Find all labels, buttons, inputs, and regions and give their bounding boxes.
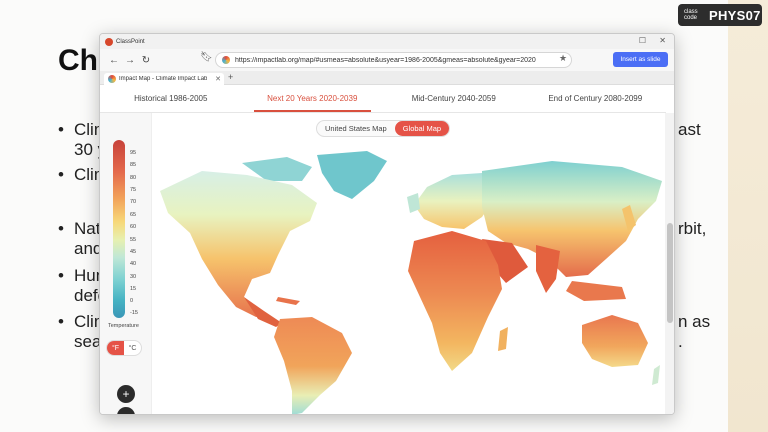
classpoint-logo-icon — [105, 37, 113, 46]
legend-tick: 40 — [130, 261, 137, 267]
north-america — [160, 171, 317, 317]
tab-favicon-icon — [108, 75, 116, 83]
reload-icon[interactable]: ↻ — [138, 55, 154, 66]
australia — [582, 315, 648, 367]
greenland — [317, 151, 387, 199]
period-tabs: Historical 1986-2005 Next 20 Years 2020-… — [100, 85, 666, 113]
us-map-button[interactable]: United States Map — [317, 121, 395, 136]
unit-toggle: °F °C — [106, 340, 142, 356]
map-type-toggle: United States Map Global Map — [316, 120, 451, 137]
legend-tick: 95 — [130, 150, 137, 156]
insert-as-slide-button[interactable]: Insert as slide — [613, 52, 668, 67]
close-icon[interactable]: ✕ — [659, 36, 666, 45]
legend-tick: 85 — [130, 162, 137, 168]
scrollbar-thumb[interactable] — [667, 223, 673, 323]
legend-tick: 75 — [130, 187, 137, 193]
tab-end-of-century[interactable]: End of Century 2080-2099 — [525, 85, 667, 112]
star-icon[interactable]: ★ — [559, 53, 567, 64]
slide-fragment: ast — [678, 120, 701, 139]
legend-panel — [100, 113, 152, 414]
new-tab-button[interactable]: + — [228, 72, 233, 82]
legend-tick: 30 — [130, 274, 137, 280]
tab-historical[interactable]: Historical 1986-2005 — [100, 85, 242, 112]
forward-icon[interactable]: → — [122, 55, 138, 66]
back-icon[interactable]: ← — [106, 55, 122, 66]
legend-title: Temperature — [108, 323, 139, 329]
celsius-button[interactable]: °C — [124, 341, 141, 355]
legend-color-bar — [113, 140, 125, 318]
slide-bullet-cont: sea — [74, 332, 102, 351]
tab-title: Impact Map - Climate Impact Lab — [119, 76, 208, 82]
legend-tick: 45 — [130, 249, 137, 255]
browser-tab[interactable]: Impact Map - Climate Impact Lab ✕ — [104, 73, 224, 85]
fahrenheit-button[interactable]: °F — [107, 341, 124, 355]
class-code-value: PHYS07 — [709, 7, 761, 23]
tab-next-20-years[interactable]: Next 20 Years 2020-2039 — [242, 85, 384, 112]
classpoint-browser-window: ClassPoint ☐ ✕ ← → ↻ 🔖︎ https://impactla… — [99, 33, 675, 415]
southeast-asia-islands — [566, 281, 626, 301]
legend-tick: 80 — [130, 175, 137, 181]
impact-map-page: Historical 1986-2005 Next 20 Years 2020-… — [100, 85, 674, 415]
bookmark-icon[interactable]: 🔖︎ — [200, 52, 213, 63]
south-america — [274, 317, 352, 414]
legend-tick: 15 — [130, 286, 137, 292]
url-text[interactable]: https://impactlab.org/map/#usmeas=absolu… — [235, 57, 555, 64]
zoom-in-button[interactable]: + — [117, 385, 135, 403]
global-map-button[interactable]: Global Map — [394, 121, 450, 136]
caribbean — [276, 297, 300, 305]
maximize-icon[interactable]: ☐ — [639, 36, 646, 45]
browser-tabstrip: Impact Map - Climate Impact Lab ✕ + — [100, 71, 674, 85]
url-bar[interactable]: https://impactlab.org/map/#usmeas=absolu… — [215, 52, 572, 68]
madagascar — [498, 327, 508, 351]
vertical-scrollbar[interactable] — [665, 113, 674, 414]
legend-tick: 55 — [130, 237, 137, 243]
slide-fragment: n as — [678, 312, 711, 331]
legend-tick: 70 — [130, 199, 137, 205]
tab-mid-century[interactable]: Mid-Century 2040-2059 — [383, 85, 525, 112]
tab-close-icon[interactable]: ✕ — [215, 75, 221, 83]
site-favicon-icon — [222, 56, 230, 64]
global-temperature-map[interactable] — [152, 147, 666, 415]
indian-subcontinent — [536, 245, 560, 293]
slide-fragment: . — [678, 332, 683, 351]
window-titlebar: ClassPoint ☐ ✕ — [100, 34, 674, 49]
slide-decoration — [728, 0, 768, 432]
legend-tick: 60 — [130, 224, 137, 230]
class-code-label: class code — [684, 9, 698, 21]
app-name: ClassPoint — [116, 38, 145, 45]
africa — [408, 231, 502, 371]
browser-toolbar: ← → ↻ 🔖︎ https://impactlab.org/map/#usme… — [100, 49, 674, 71]
class-code-badge[interactable]: class code PHYS07 — [678, 4, 762, 26]
slide-title: Ch — [58, 44, 98, 77]
legend-tick: 65 — [130, 212, 137, 218]
legend-tick: -15 — [130, 310, 138, 316]
legend-tick: 0 — [130, 298, 134, 304]
slide-fragment: rbit, — [678, 219, 707, 238]
new-zealand — [652, 365, 660, 385]
